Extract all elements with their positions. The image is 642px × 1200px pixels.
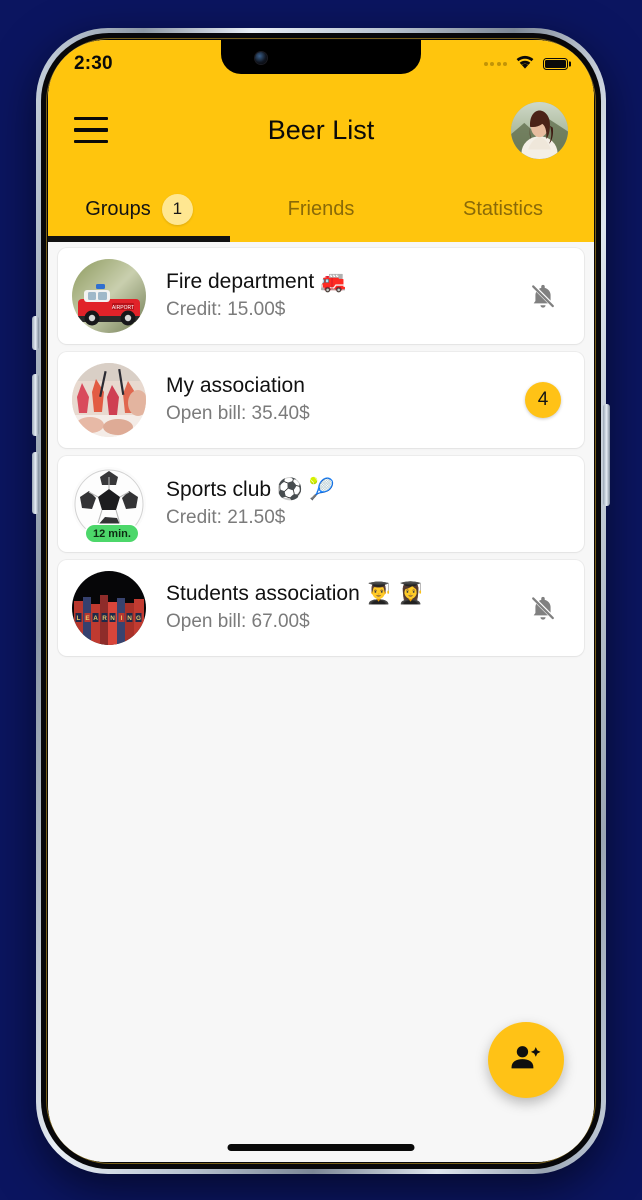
svg-text:E: E — [85, 615, 90, 622]
status-bar-indicators — [483, 50, 571, 75]
svg-text:G: G — [136, 615, 141, 622]
table-cell-group-info: Sports club ⚽ 🎾 Credit: 21.50$ — [146, 477, 520, 531]
group-title: Sports club ⚽ 🎾 — [166, 478, 336, 502]
battery-full-icon — [543, 58, 571, 70]
status-badge: 12 min. — [86, 525, 138, 542]
group-title: My association — [166, 374, 305, 398]
table-cell-trailing — [520, 281, 566, 311]
status-badge[interactable]: 4 — [525, 382, 561, 418]
avatar: AIRPORT — [72, 259, 146, 333]
bell-off-icon[interactable] — [529, 593, 557, 623]
phone-screen: 2:30 Beer List Groups 1 Friends Statisti… — [48, 40, 594, 1162]
svg-text:I: I — [121, 615, 123, 622]
add-group-fab[interactable] — [488, 1022, 564, 1098]
profile-avatar[interactable] — [511, 101, 568, 159]
volume-up-button[interactable] — [32, 374, 39, 436]
active-tab-indicator — [48, 236, 230, 242]
status-bar-time: 2:30 — [74, 53, 113, 74]
front-camera-icon — [255, 52, 267, 64]
table-row[interactable]: 12 min. Sports club ⚽ 🎾 Credit: 21.50$ — [58, 456, 584, 552]
fire-truck-photo-avatar: AIRPORT — [72, 259, 146, 333]
tab-groups[interactable]: Groups 1 — [48, 176, 230, 242]
avatar — [72, 363, 146, 437]
group-subtitle: Open bill: 67.00$ — [166, 611, 310, 633]
tab-statistics-label: Statistics — [462, 197, 544, 220]
tab-statistics[interactable]: Statistics — [412, 176, 594, 242]
device-notch — [221, 40, 421, 74]
tab-groups-badge: 1 — [161, 193, 193, 225]
tab-bar: Groups 1 Friends Statistics — [48, 176, 594, 242]
volume-down-button[interactable] — [32, 452, 39, 514]
tab-friends-label: Friends — [287, 197, 355, 220]
table-cell-trailing — [520, 593, 566, 623]
tab-groups-label: Groups — [85, 197, 151, 220]
svg-text:L: L — [77, 615, 81, 622]
svg-text:AIRPORT: AIRPORT — [112, 305, 134, 311]
table-row[interactable]: My association Open bill: 35.40$ 4 — [58, 352, 584, 448]
silent-switch-button[interactable] — [32, 316, 39, 350]
bell-off-icon[interactable] — [529, 281, 557, 311]
group-subtitle: Open bill: 35.40$ — [166, 403, 310, 425]
wifi-icon — [514, 54, 536, 75]
avatar: L E A R N I N G — [72, 571, 146, 645]
tab-friends[interactable]: Friends — [230, 176, 412, 242]
svg-text:N: N — [110, 615, 115, 622]
person-add-icon — [509, 1041, 543, 1080]
svg-text:R: R — [102, 615, 107, 622]
group-subtitle: Credit: 15.00$ — [166, 299, 286, 321]
table-row[interactable]: L E A R N I N G Students association 👨‍🎓… — [58, 560, 584, 656]
group-subtitle: Credit: 21.50$ — [166, 507, 286, 529]
learning-books-photo-avatar: L E A R N I N G — [72, 571, 146, 645]
cellular-dots-icon — [483, 62, 507, 66]
table-cell-trailing: 4 — [520, 382, 566, 418]
app-bar: Beer List — [48, 84, 594, 176]
table-cell-group-info: My association Open bill: 35.40$ — [146, 373, 520, 427]
svg-text:N: N — [127, 615, 132, 622]
group-title: Fire department 🚒 — [166, 270, 347, 294]
table-cell-group-info: Students association 👨‍🎓 👩‍🎓 Open bill: … — [146, 581, 520, 635]
hamburger-menu-icon[interactable] — [74, 117, 108, 143]
avatar: 12 min. — [72, 467, 146, 542]
table-row[interactable]: AIRPORT Fire department 🚒 Credit: 15.00$ — [58, 248, 584, 344]
table-cell-group-info: Fire department 🚒 Credit: 15.00$ — [146, 269, 520, 323]
cheers-drinks-photo-avatar — [72, 363, 146, 437]
group-title: Students association 👨‍🎓 👩‍🎓 — [166, 582, 424, 606]
svg-text:A: A — [93, 615, 98, 622]
home-indicator — [227, 1144, 415, 1151]
power-button[interactable] — [603, 404, 610, 506]
